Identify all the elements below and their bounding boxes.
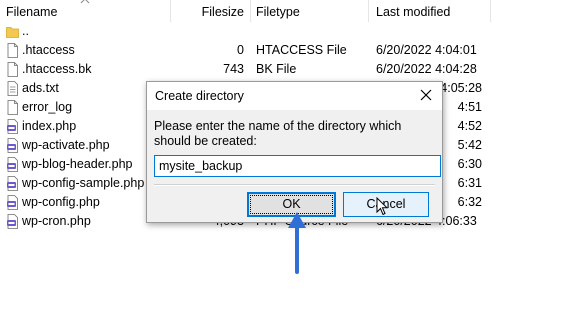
mouse-cursor-icon: [376, 197, 388, 216]
file-name: wp-config-sample.php: [22, 176, 145, 190]
dialog-prompt: Please enter the name of the directory w…: [154, 119, 402, 148]
file-modified: 6:30: [457, 157, 482, 171]
file-modified: 6:31: [457, 176, 482, 190]
file-modified: 4:51: [457, 100, 482, 114]
php-file-icon: [7, 176, 18, 191]
sort-ascending-icon: [80, 0, 90, 4]
file-type: HTACCESS File: [256, 43, 347, 57]
dialog-title: Create directory: [155, 89, 244, 103]
file-modified: 4:52: [457, 119, 482, 133]
file-modified: 4:05:28: [440, 81, 482, 95]
dialog-titlebar[interactable]: Create directory: [147, 82, 442, 110]
file-size: 743: [223, 62, 244, 76]
file-modified: 6/20/2022 4:04:28: [376, 62, 477, 76]
file-modified: 5:42: [457, 138, 482, 152]
php-file-icon: [7, 195, 18, 210]
file-name: wp-config.php: [22, 195, 100, 209]
close-icon[interactable]: [419, 88, 433, 102]
file-name: .htaccess: [22, 43, 75, 57]
file-row[interactable]: ..: [0, 22, 490, 41]
dialog-divider: [154, 184, 435, 186]
directory-name-input[interactable]: [154, 155, 441, 177]
php-file-icon: [7, 214, 18, 229]
file-icon: [7, 43, 18, 58]
file-row[interactable]: .htaccess 0 HTACCESS File 6/20/2022 4:04:01: [0, 41, 490, 60]
file-name: error_log: [22, 100, 73, 114]
file-icon: [7, 100, 18, 115]
text-file-icon: [7, 81, 18, 96]
annotation-arrow-icon: [288, 212, 306, 274]
file-name: ads.txt: [22, 81, 59, 95]
file-size: 0: [237, 43, 244, 57]
column-header-filename[interactable]: Filename: [0, 0, 171, 22]
column-header-filesize[interactable]: Filesize: [170, 0, 251, 22]
create-directory-dialog: Create directory Please enter the name o…: [146, 81, 443, 223]
column-header-last-modified-label: Last modified: [376, 5, 451, 19]
file-modified: 6:32: [457, 195, 482, 209]
php-file-icon: [7, 119, 18, 134]
column-header-filetype[interactable]: Filetype: [250, 0, 369, 22]
file-name: wp-blog-header.php: [22, 157, 133, 171]
file-name: wp-cron.php: [22, 214, 91, 228]
php-file-icon: [7, 157, 18, 172]
file-type: BK File: [256, 62, 297, 76]
file-icon: [7, 62, 18, 77]
file-name: ..: [22, 24, 29, 38]
file-list-header: Filename Filesize Filetype Last modified: [0, 0, 491, 22]
php-file-icon: [7, 138, 18, 153]
column-header-filesize-label: Filesize: [201, 5, 244, 19]
column-header-filename-label: Filename: [6, 5, 58, 19]
file-row[interactable]: .htaccess.bk 743 BK File 6/20/2022 4:04:28: [0, 60, 490, 79]
file-name: index.php: [22, 119, 77, 133]
file-size: [170, 22, 244, 41]
column-header-last-modified[interactable]: Last modified: [368, 0, 491, 22]
file-name: .htaccess.bk: [22, 62, 92, 76]
folder-icon: [6, 27, 19, 38]
file-name: wp-activate.php: [22, 138, 110, 152]
file-modified: 6/20/2022 4:04:01: [376, 43, 477, 57]
column-header-filetype-label: Filetype: [256, 5, 300, 19]
ok-button-label: OK: [282, 197, 301, 211]
